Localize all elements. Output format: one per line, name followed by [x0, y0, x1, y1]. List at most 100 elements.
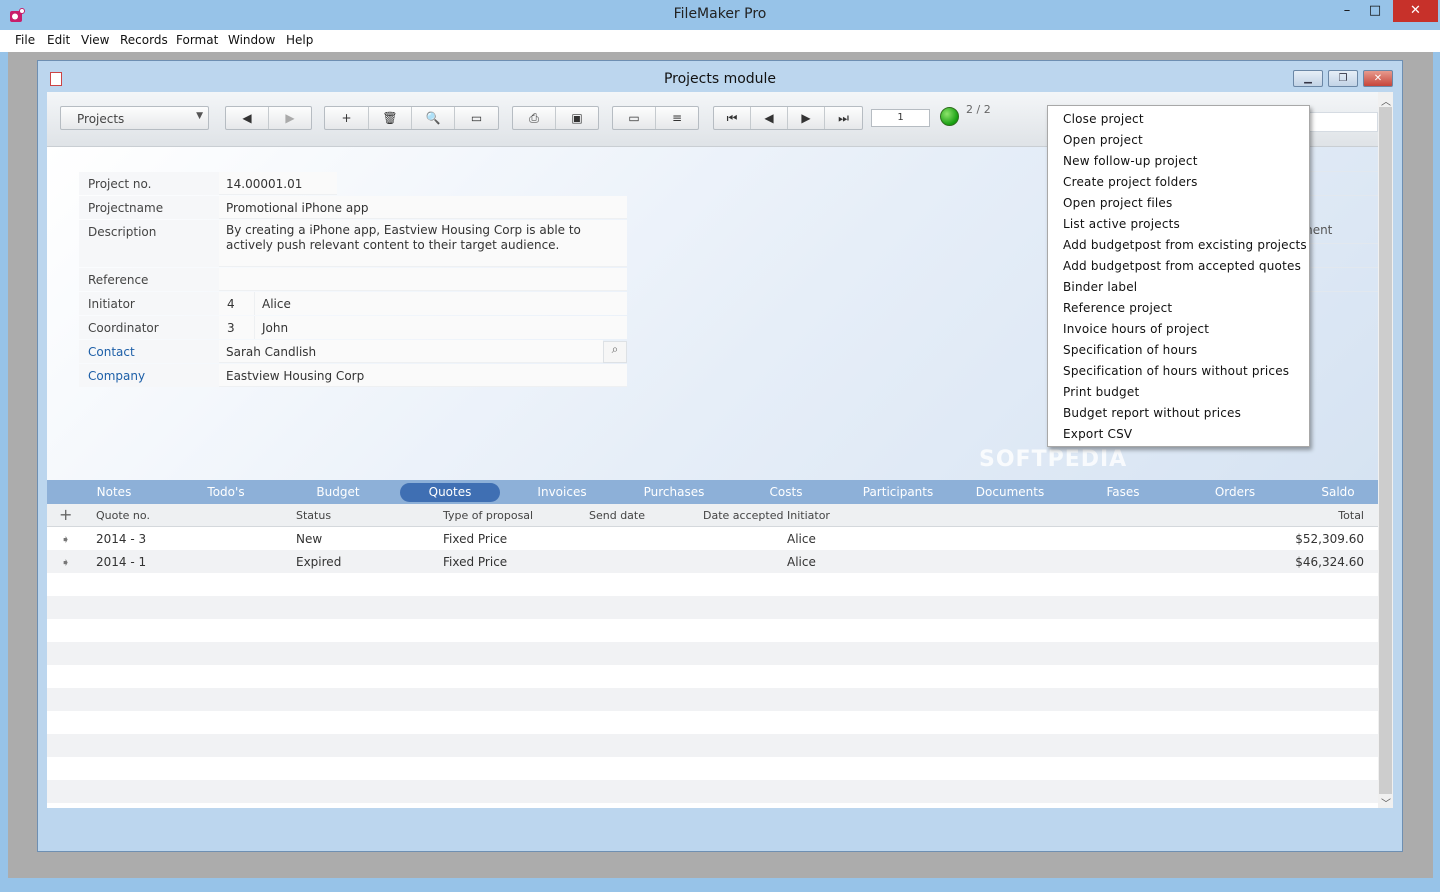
- find-icon[interactable]: 🔍: [412, 107, 455, 129]
- menu-item-list-active-projects[interactable]: List active projects: [1063, 217, 1180, 238]
- previous-layout-icon[interactable]: ◀: [226, 107, 269, 129]
- close-button[interactable]: ✕: [1393, 0, 1438, 22]
- vertical-scrollbar[interactable]: ︿ ﹀: [1378, 92, 1393, 810]
- tab-purchases[interactable]: Purchases: [624, 483, 724, 502]
- tab-orders[interactable]: Orders: [1185, 483, 1285, 502]
- project-form: Project no. 14.00001.01 Projectname Prom…: [79, 172, 627, 387]
- coordinator-name-field[interactable]: John: [255, 316, 627, 339]
- right-panel-divider: [1301, 171, 1378, 172]
- menu-view[interactable]: View: [81, 33, 109, 47]
- print-group: ⎙ ▣: [512, 106, 599, 130]
- reference-field[interactable]: [219, 268, 627, 291]
- cell-total: $52,309.60: [1295, 532, 1364, 546]
- project-no-label: Project no.: [79, 172, 219, 195]
- tab-participants[interactable]: Participants: [848, 483, 948, 502]
- delete-record-icon[interactable]: 🗑: [369, 107, 412, 129]
- company-field[interactable]: Eastview Housing Corp: [219, 364, 627, 387]
- col-initiator[interactable]: Initiator: [787, 509, 830, 522]
- previous-record-icon[interactable]: ◀: [751, 107, 788, 129]
- vertical-scroll-thumb[interactable]: [1379, 107, 1392, 794]
- menu-item-invoice-hours[interactable]: Invoice hours of project: [1063, 322, 1209, 343]
- row-arrow-icon[interactable]: ➧: [61, 556, 70, 569]
- tab-quotes[interactable]: Quotes: [400, 483, 500, 502]
- minimize-button[interactable]: –: [1330, 0, 1364, 22]
- form-view-icon[interactable]: ▭: [613, 107, 656, 129]
- scroll-up-icon[interactable]: ︿: [1381, 93, 1391, 108]
- maximize-button[interactable]: □: [1362, 0, 1388, 22]
- contact-link[interactable]: Contact: [79, 340, 219, 363]
- window-title: Projects module: [663, 71, 777, 87]
- record-number-input[interactable]: 1: [871, 109, 930, 127]
- preview-icon[interactable]: ▣: [556, 107, 598, 129]
- list-view-icon[interactable]: ≡: [656, 107, 698, 129]
- description-label: Description: [79, 220, 219, 267]
- table-row[interactable]: ➧ 2014 - 1 Expired Fixed Price Alice $46…: [47, 550, 1378, 573]
- col-date-accepted[interactable]: Date accepted: [703, 509, 783, 522]
- new-record-icon[interactable]: +: [325, 107, 369, 129]
- col-total[interactable]: Total: [1327, 509, 1364, 522]
- sort-icon[interactable]: ▭: [455, 107, 498, 129]
- project-no-field[interactable]: 14.00001.01: [219, 172, 337, 195]
- layout-dropdown[interactable]: Projects ▼: [60, 106, 209, 130]
- scroll-down-icon[interactable]: ﹀: [1381, 795, 1391, 810]
- menu-item-specification-hours[interactable]: Specification of hours: [1063, 343, 1197, 364]
- window-minimize-button[interactable]: ▁: [1293, 70, 1323, 87]
- tab-costs[interactable]: Costs: [736, 483, 836, 502]
- menu-file[interactable]: File: [15, 33, 35, 47]
- menu-format[interactable]: Format: [176, 33, 218, 47]
- menu-bar: File Edit View Records Format Window Hel…: [0, 30, 1440, 52]
- menu-item-specification-hours-no-prices[interactable]: Specification of hours without prices: [1063, 364, 1289, 385]
- tab-todos[interactable]: Todo's: [176, 483, 276, 502]
- contact-field[interactable]: Sarah Candlish: [219, 340, 603, 363]
- col-status[interactable]: Status: [296, 509, 331, 522]
- tab-saldo[interactable]: Saldo: [1298, 483, 1378, 502]
- row-arrow-icon[interactable]: ➧: [61, 533, 70, 546]
- next-record-icon[interactable]: ▶: [788, 107, 825, 129]
- menu-item-close-project[interactable]: Close project: [1063, 112, 1144, 133]
- quotes-table-header: + Quote no. Status Type of proposal Send…: [47, 504, 1378, 527]
- initiator-id-field[interactable]: 4: [219, 292, 255, 315]
- last-record-icon[interactable]: ⏭: [825, 107, 862, 129]
- tab-budget[interactable]: Budget: [288, 483, 388, 502]
- col-send-date[interactable]: Send date: [589, 509, 645, 522]
- menu-help[interactable]: Help: [286, 33, 313, 47]
- first-record-icon[interactable]: ⏮: [714, 107, 751, 129]
- menu-item-open-project[interactable]: Open project: [1063, 133, 1143, 154]
- add-quote-icon[interactable]: +: [59, 505, 72, 524]
- menu-edit[interactable]: Edit: [47, 33, 70, 47]
- menu-item-export-csv[interactable]: Export CSV: [1063, 427, 1132, 448]
- cell-initiator: Alice: [787, 532, 816, 546]
- menu-item-binder-label[interactable]: Binder label: [1063, 280, 1137, 301]
- menu-item-open-project-files[interactable]: Open project files: [1063, 196, 1172, 217]
- tab-fases[interactable]: Fases: [1073, 483, 1173, 502]
- projectname-field[interactable]: Promotional iPhone app: [219, 196, 627, 219]
- menu-item-add-budgetpost-existing[interactable]: Add budgetpost from excisting projects: [1063, 238, 1307, 259]
- next-layout-icon[interactable]: ▶: [269, 107, 311, 129]
- window-close-button[interactable]: ✕: [1363, 70, 1393, 87]
- description-field[interactable]: By creating a iPhone app, Eastview Housi…: [219, 220, 627, 267]
- menu-records[interactable]: Records: [120, 33, 168, 47]
- search-icon[interactable]: ⌕: [603, 341, 627, 363]
- empty-row: [47, 665, 1378, 688]
- company-link[interactable]: Company: [79, 364, 219, 387]
- menu-item-reference-project[interactable]: Reference project: [1063, 301, 1172, 322]
- tab-invoices[interactable]: Invoices: [512, 483, 612, 502]
- app-title-bar: FileMaker Pro – □ ✕: [0, 0, 1440, 30]
- menu-item-create-project-folders[interactable]: Create project folders: [1063, 175, 1198, 196]
- col-quote-no[interactable]: Quote no.: [96, 509, 150, 522]
- tab-notes[interactable]: Notes: [64, 483, 164, 502]
- menu-item-budget-report-no-prices[interactable]: Budget report without prices: [1063, 406, 1241, 427]
- window-restore-button[interactable]: ❐: [1328, 70, 1358, 87]
- initiator-name-field[interactable]: Alice: [255, 292, 627, 315]
- coordinator-id-field[interactable]: 3: [219, 316, 255, 339]
- menu-item-print-budget[interactable]: Print budget: [1063, 385, 1139, 406]
- col-type-of-proposal[interactable]: Type of proposal: [443, 509, 533, 522]
- scripts-context-menu: Close project Open project New follow-up…: [1047, 105, 1310, 447]
- menu-item-new-follow-up-project[interactable]: New follow-up project: [1063, 154, 1198, 175]
- menu-window[interactable]: Window: [228, 33, 275, 47]
- print-icon[interactable]: ⎙: [513, 107, 556, 129]
- tab-documents[interactable]: Documents: [960, 483, 1060, 502]
- table-row[interactable]: ➧ 2014 - 3 New Fixed Price Alice $52,309…: [47, 527, 1378, 550]
- menu-item-add-budgetpost-quotes[interactable]: Add budgetpost from accepted quotes: [1063, 259, 1301, 280]
- layout-nav-group: ◀ ▶: [225, 106, 312, 130]
